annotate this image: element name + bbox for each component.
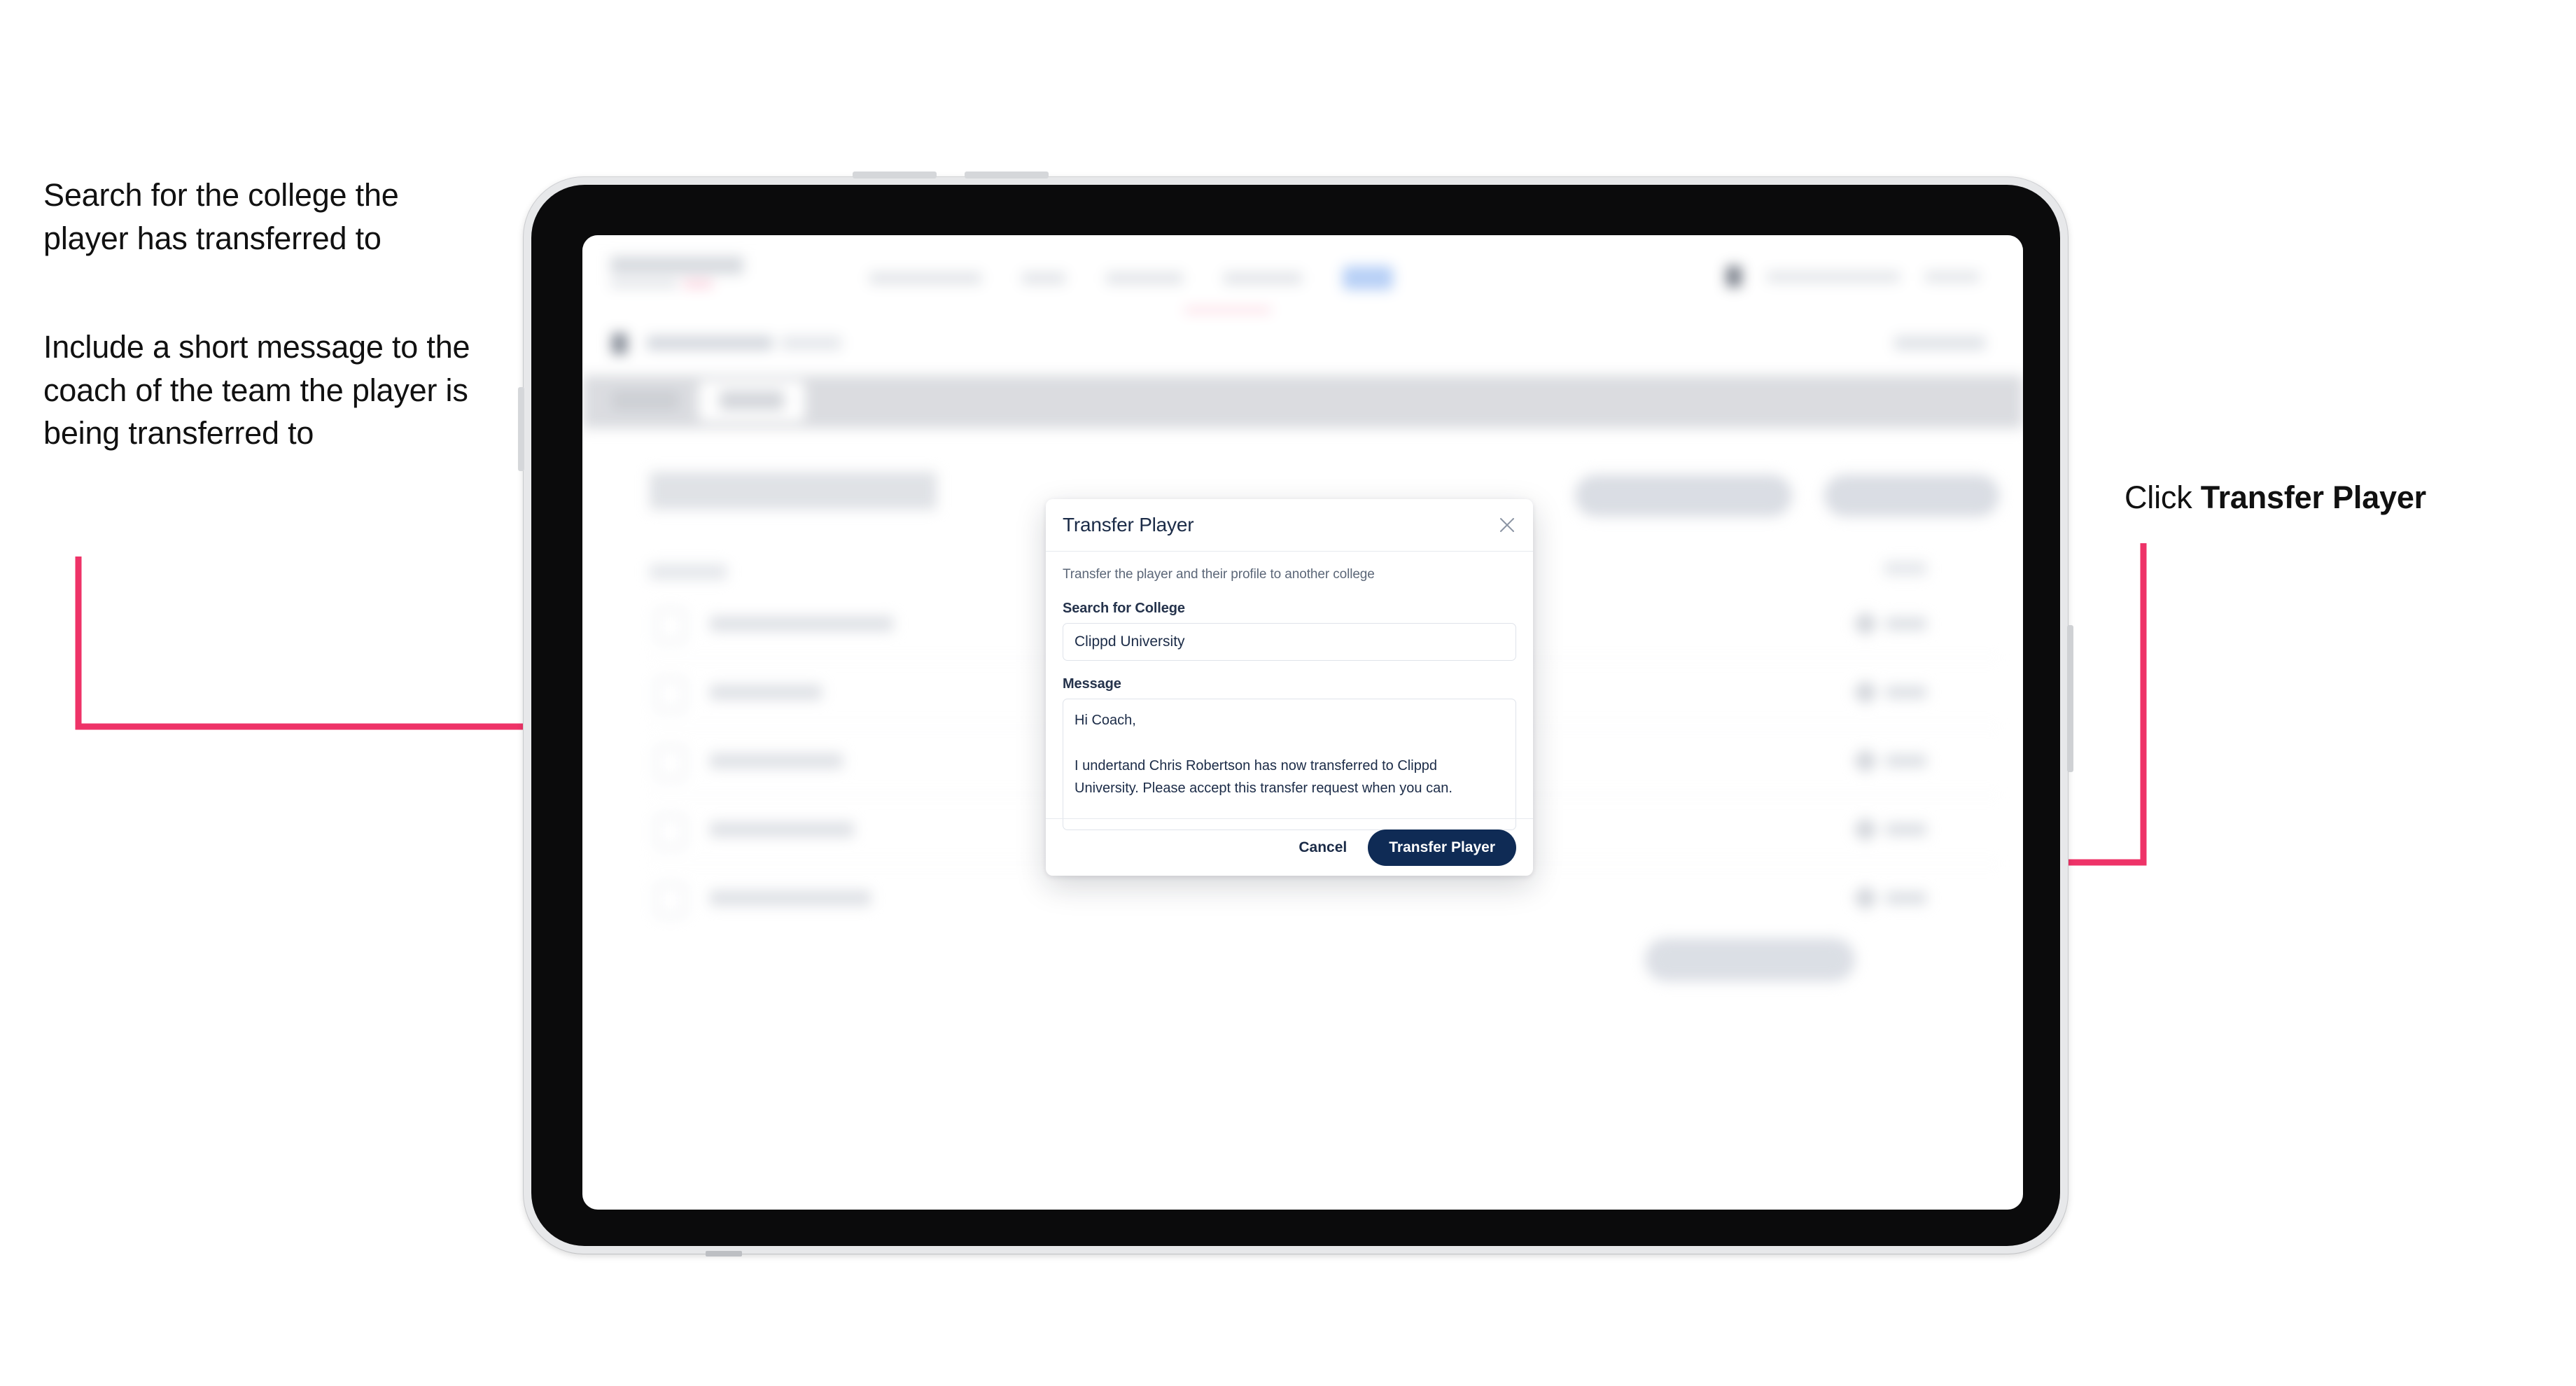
close-icon[interactable]	[1497, 514, 1518, 536]
annotation-right-bold: Transfer Player	[2200, 479, 2426, 515]
annotation-right-click-transfer: Click Transfer Player	[2124, 476, 2558, 519]
annotation-right-prefix: Click	[2124, 479, 2201, 515]
annotation-left-search-college: Search for the college the player has tr…	[43, 177, 399, 256]
annotation-left-include-message: Include a short message to the coach of …	[43, 329, 470, 451]
device-bottom-connector	[706, 1251, 742, 1256]
message-textarea[interactable]: Hi Coach, I undertand Chris Robertson ha…	[1063, 699, 1516, 830]
search-college-input[interactable]	[1063, 623, 1516, 661]
cancel-button[interactable]: Cancel	[1296, 835, 1350, 860]
device-top-button-1	[853, 172, 937, 178]
device-top-button-2	[965, 172, 1049, 178]
dialog-header: Transfer Player	[1046, 499, 1533, 552]
dialog-description: Transfer the player and their profile to…	[1063, 567, 1375, 582]
transfer-player-submit-button[interactable]: Transfer Player	[1368, 829, 1516, 866]
college-field-label: Search for College	[1063, 601, 1185, 616]
device-volume-button	[518, 387, 524, 471]
transfer-player-dialog: Transfer Player Transfer the player and …	[1046, 499, 1533, 876]
dialog-footer: Cancel Transfer Player	[1046, 818, 1533, 876]
dialog-body: Transfer the player and their profile to…	[1046, 552, 1533, 834]
dialog-title: Transfer Player	[1063, 514, 1194, 536]
message-field-label: Message	[1063, 676, 1121, 692]
device-side-button	[2067, 625, 2073, 772]
